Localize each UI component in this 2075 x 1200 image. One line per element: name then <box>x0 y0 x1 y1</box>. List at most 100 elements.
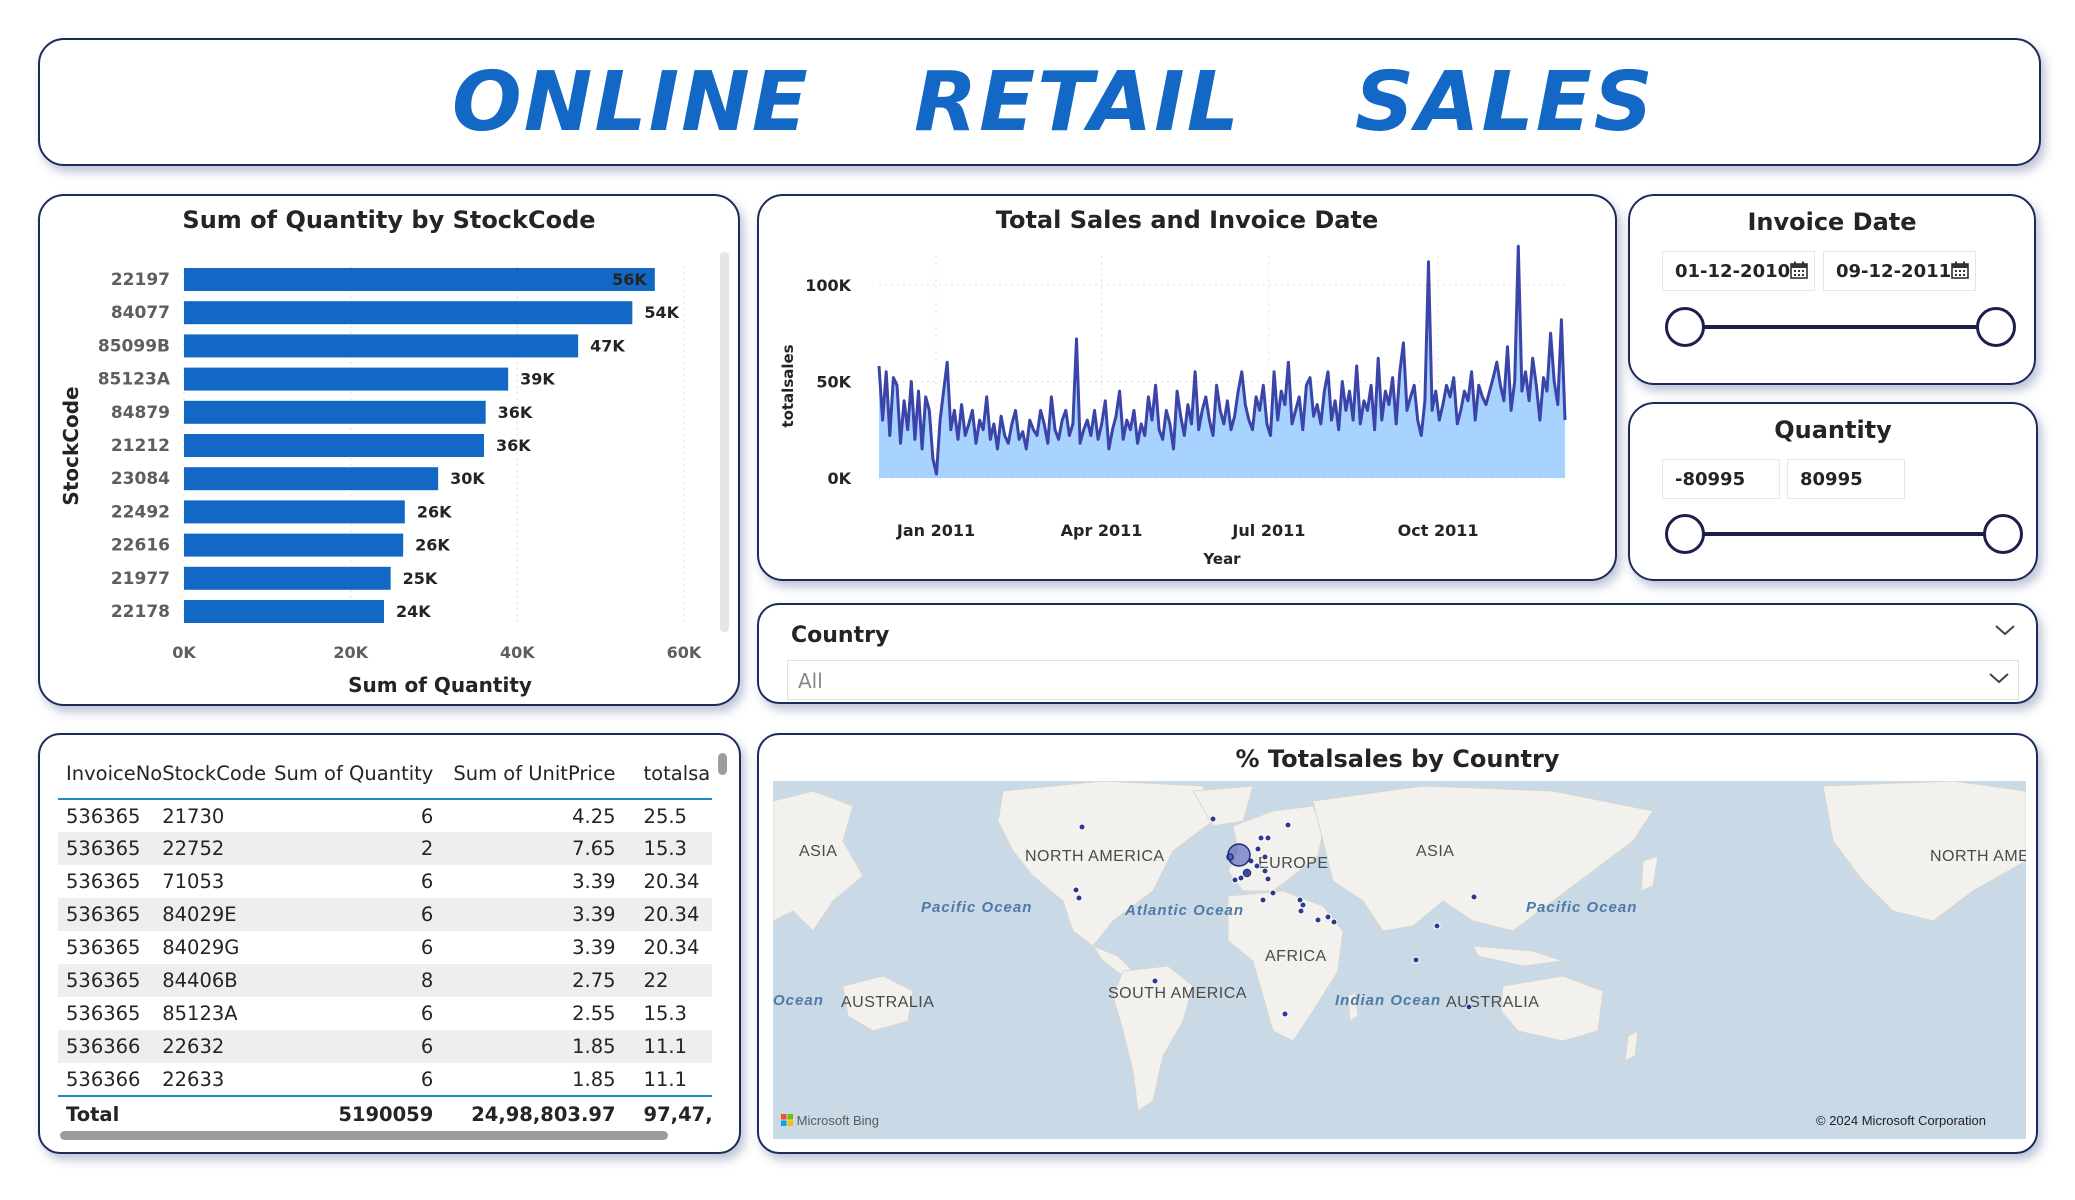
y-tick-label: 84879 <box>111 403 170 423</box>
country-dropdown[interactable]: All <box>787 660 2019 700</box>
cell-invoiceno: 536366 <box>58 1030 163 1063</box>
bar[interactable] <box>184 367 509 391</box>
end-date-input[interactable]: 09-12-2011 <box>1823 251 1976 291</box>
table-row[interactable]: 536365 85123A 6 2.55 15.3 <box>58 997 712 1030</box>
date-range-track[interactable] <box>1685 325 1997 329</box>
map-card[interactable]: % Totalsales by Country ASIA NORTH AMERI… <box>757 733 2038 1154</box>
y-tick-label: 23084 <box>111 469 170 489</box>
bar-data-label: 26K <box>415 536 450 555</box>
bar-data-label: 39K <box>520 370 555 389</box>
map-bubbles[interactable] <box>773 781 2026 1139</box>
bar[interactable] <box>184 533 404 557</box>
table-row[interactable]: 536366 22632 6 1.85 11.1 <box>58 1030 712 1063</box>
total-label: Total <box>58 1095 163 1129</box>
y-axis-title: StockCode <box>59 386 83 505</box>
sales-area[interactable] <box>879 246 1565 478</box>
horizontal-scrollbar[interactable] <box>60 1131 668 1140</box>
table-row[interactable]: 536365 84029G 6 3.39 20.34 <box>58 931 712 964</box>
vertical-scrollbar[interactable] <box>718 753 727 775</box>
quantity-max-value: 80995 <box>1800 469 1863 490</box>
table-row[interactable]: 536365 71053 6 3.39 20.34 <box>58 865 712 898</box>
bar-chart-scrollbar[interactable] <box>720 252 729 632</box>
map-title: % Totalsales by Country <box>1235 745 1560 773</box>
cell-unitprice: 3.39 <box>445 898 628 931</box>
x-tick-label: Jan 2011 <box>896 521 975 540</box>
bar[interactable] <box>184 600 384 623</box>
country-filter-label: Country <box>791 623 890 648</box>
table-row[interactable]: 536365 21730 6 4.25 25.5 <box>58 799 712 832</box>
quantity-min-input[interactable]: -80995 <box>1662 459 1780 499</box>
quantity-min-handle[interactable] <box>1665 514 1705 554</box>
quantity-max-handle[interactable] <box>1983 514 2023 554</box>
sales-table[interactable]: InvoiceNo StockCode Sum of Quantity Sum … <box>58 749 712 1129</box>
table-row[interactable]: 536365 84406B 8 2.75 22 <box>58 964 712 997</box>
bar-data-label: 47K <box>590 336 625 355</box>
bar[interactable] <box>184 334 579 358</box>
column-header-unitprice[interactable]: Sum of UnitPrice <box>445 749 628 800</box>
bar-chart[interactable]: 0K 20K 40K 60K 22197 56K 84077 54K 85099B 47K 8512… <box>40 196 742 708</box>
quantity-max-input[interactable]: 80995 <box>1787 459 1905 499</box>
country-dropdown-value: All <box>798 669 823 693</box>
column-header-invoiceno[interactable]: InvoiceNo <box>58 749 163 800</box>
start-date-input[interactable]: 01-12-2010 <box>1662 251 1815 291</box>
date-end-handle[interactable] <box>1976 307 2016 347</box>
bar[interactable] <box>184 566 391 590</box>
y-tick-label: 22178 <box>111 602 170 622</box>
bar[interactable] <box>184 467 439 491</box>
bar[interactable] <box>184 434 484 457</box>
cell-totalsales: 11.1 <box>643 1067 687 1091</box>
cell-quantity: 6 <box>420 1067 434 1091</box>
title-word-1: ONLINE <box>452 55 810 150</box>
column-header-stockcode[interactable]: StockCode <box>162 749 267 800</box>
cell-invoiceno: 536366 <box>66 1067 141 1091</box>
quantity-slicer[interactable]: Quantity -80995 80995 <box>1628 402 2038 581</box>
cell-totalsales: 25.5 <box>643 804 687 828</box>
cell-stockcode: 84406B <box>162 964 267 997</box>
country-filter[interactable]: Country All <box>757 603 2038 704</box>
x-axis-title: Year <box>1202 550 1241 568</box>
bar[interactable] <box>184 400 486 424</box>
date-start-handle[interactable] <box>1665 307 1705 347</box>
table-row[interactable]: 536366 22633 6 1.85 11.1 <box>58 1063 712 1096</box>
column-header-quantity[interactable]: Sum of Quantity <box>266 749 446 800</box>
line-chart[interactable]: 100K 50K 0K Jan 2011 Apr 2011 Jul 2011 Oct 201… <box>759 196 1619 583</box>
calendar-icon[interactable] <box>1790 261 1808 279</box>
bar-chart-card[interactable]: Sum of Quantity by StockCode 0K 20K 40K 60K… <box>38 194 740 706</box>
cell-quantity: 6 <box>266 898 446 931</box>
cell-totalsales: 15.3 <box>627 832 712 865</box>
cell-invoiceno: 536365 <box>58 832 163 865</box>
bar-data-label: 30K <box>450 469 485 488</box>
bar[interactable] <box>184 301 633 325</box>
bar-data-label: 26K <box>417 502 452 521</box>
cell-quantity: 6 <box>420 1002 434 1025</box>
cell-stockcode: 71053 <box>162 870 225 893</box>
y-tick-label: 21977 <box>111 569 170 589</box>
cell-unitprice: 1.85 <box>572 1067 616 1091</box>
calendar-icon[interactable] <box>1951 261 1969 279</box>
bar-data-label: 24K <box>396 602 431 621</box>
cell-totalsales: 15.3 <box>643 1002 687 1025</box>
cell-stockcode: 22632 <box>162 1030 267 1063</box>
cell-unitprice: 2.55 <box>572 1002 616 1025</box>
sales-table-card[interactable]: InvoiceNo StockCode Sum of Quantity Sum … <box>38 733 741 1154</box>
table-row[interactable]: 536365 84029E 6 3.39 20.34 <box>58 898 712 931</box>
cell-totalsales: 20.34 <box>643 936 700 959</box>
table-row[interactable]: 536365 22752 2 7.65 15.3 <box>58 832 712 865</box>
y-tick-label: 84077 <box>111 303 170 323</box>
table-total-row: Total 5190059 24,98,803.97 97,47,747.93 <box>58 1095 712 1129</box>
cell-stockcode: 84029E <box>162 898 267 931</box>
chevron-down-icon[interactable] <box>1994 623 2016 637</box>
cell-totalsales: 11.1 <box>627 1030 712 1063</box>
line-chart-card[interactable]: Total Sales and Invoice Date 100K 50K 0K Ja… <box>757 194 1617 581</box>
invoice-date-slicer[interactable]: Invoice Date 01-12-2010 09-12-2011 <box>1628 194 2036 385</box>
cell-unitprice: 7.65 <box>445 832 628 865</box>
cell-invoiceno: 536365 <box>58 898 163 931</box>
microsoft-logo-icon <box>781 1114 793 1126</box>
world-map[interactable]: ASIA NORTH AMERICA EUROPE ASIA NORTH AME… <box>773 781 2026 1139</box>
column-header-totalsales[interactable]: totalsales <box>627 749 712 800</box>
quantity-range-track[interactable] <box>1685 532 2005 536</box>
bar[interactable] <box>184 500 405 524</box>
y-tick-label: 21212 <box>111 436 170 456</box>
chevron-down-icon[interactable] <box>1988 671 2010 685</box>
bar[interactable] <box>184 268 655 291</box>
